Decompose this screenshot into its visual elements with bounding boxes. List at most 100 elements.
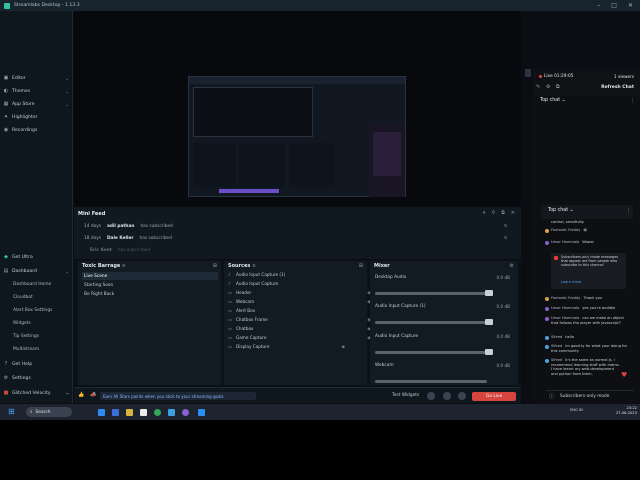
popout-icon[interactable]: ⧉ [556, 84, 560, 90]
mini-feed-title: Mini Feed [78, 211, 106, 217]
record-button[interactable] [427, 392, 435, 400]
mixer-channel-name: Webcam [375, 363, 394, 368]
store-icon[interactable] [140, 409, 147, 416]
avatar [545, 307, 549, 311]
volume-slider[interactable] [375, 292, 487, 295]
chrome-icon[interactable] [154, 409, 161, 416]
sidebar-item-settings[interactable]: ⚙ Settings [3, 373, 69, 383]
sidebar-item-appstore[interactable]: ▦ App Store ⌄ [3, 99, 69, 109]
settings-icon[interactable]: ⚙ [252, 263, 256, 268]
settings-icon[interactable]: ⚙ [122, 263, 126, 268]
promo-banner[interactable]: Earn All Stars points when you stick to … [100, 392, 256, 400]
volume-slider[interactable] [375, 380, 487, 383]
sidebar-item-editor[interactable]: ▣ Editor ⌄ [3, 73, 69, 83]
sidebar-sub-widgets[interactable]: Widgets [13, 321, 31, 326]
sidebar-sub-tip-settings[interactable]: Tip Settings [13, 334, 39, 339]
source-item[interactable]: ▭Header◉ [228, 290, 371, 295]
heart-icon[interactable]: ♥ [621, 371, 627, 379]
mixer-channel-db: 0.0 dB [496, 363, 510, 368]
vscode-icon[interactable] [198, 409, 205, 416]
system-tray[interactable]: ENG IN [570, 408, 583, 412]
add-scene-icon[interactable]: ⊞ [213, 263, 217, 269]
preview-collapse-handle[interactable] [525, 69, 531, 77]
source-item[interactable]: ▭ Display Capture ◉ [228, 344, 371, 349]
image-icon: ▭ [228, 290, 232, 295]
sidebar-item-get-ultra[interactable]: ◆ Get Ultra [3, 252, 69, 262]
repeat-icon[interactable]: ↻ [504, 224, 508, 229]
highlighter-icon: ✦ [3, 114, 9, 120]
sidebar-item-account[interactable]: ■ Glitched Velocity ↪ [3, 388, 69, 398]
source-item[interactable]: ▭Chatbox◉ [228, 326, 371, 331]
chat-message: Umar Hammala can we make an object that f… [551, 316, 624, 325]
appstore-icon: ▦ [3, 101, 9, 107]
app-icon[interactable] [112, 409, 119, 416]
filter-icon[interactable]: ⚲ [492, 210, 496, 216]
refresh-chat-button[interactable]: Refresh Chat [601, 85, 634, 90]
volume-slider-handle[interactable] [485, 349, 493, 355]
edit-icon[interactable]: ✎ [536, 84, 540, 90]
editor-icon: ▣ [3, 75, 9, 81]
mixer-channel-name: Desktop Audio [375, 275, 407, 280]
gear-icon[interactable]: ⚙ [546, 84, 550, 90]
windows-start-icon[interactable]: ⊞ [8, 408, 15, 416]
top-chat-dropdown[interactable]: Top chat ⌄ [540, 98, 566, 103]
sidebar-sub-alert-box-settings[interactable]: Alert Box Settings [13, 308, 52, 313]
repeat-icon[interactable]: ↻ [504, 236, 508, 241]
volume-slider-handle[interactable] [485, 319, 493, 325]
sidebar-item-highlighter[interactable]: ✦ Highlighter [3, 112, 69, 122]
logout-icon[interactable]: ↪ [66, 391, 69, 396]
scene-item[interactable]: Be Right Back [82, 290, 218, 298]
pause-icon[interactable]: ⏸ [483, 210, 486, 216]
popout-icon[interactable]: ⧉ [501, 210, 505, 216]
chat-subheader: Top chat ⌄ ⋮ [541, 205, 633, 219]
sidebar-item-dashboard[interactable]: ▤ Dashboard ⌄ [3, 266, 69, 276]
source-item[interactable]: ▭Game Capture◉ [228, 335, 371, 340]
source-item[interactable]: ♪ Audio Input Capture [228, 281, 371, 286]
taskbar-search[interactable]: ⌕ Search [26, 407, 72, 417]
visibility-icon[interactable]: ◉ [341, 344, 345, 349]
app-icon[interactable] [168, 409, 175, 416]
sidebar-sub-multistream[interactable]: Multistream [13, 347, 39, 352]
close-button[interactable]: ✕ [628, 2, 633, 9]
sidebar-sub-dashboard-home[interactable]: Dashboard Home [13, 282, 51, 287]
volume-slider[interactable] [375, 351, 487, 354]
avatar [545, 241, 549, 245]
maximize-button[interactable]: □ [611, 2, 617, 9]
live-indicator-icon [539, 75, 542, 78]
sidebar-item-get-help[interactable]: ? Get Help [3, 359, 69, 369]
chat-message: control, sensitivity [551, 220, 585, 224]
sidebar-item-recordings[interactable]: ◉ Recordings [3, 125, 69, 135]
volume-slider[interactable] [375, 321, 487, 324]
sidebar-sub-cloudbot[interactable]: Cloudbot [13, 295, 33, 300]
test-widgets-button[interactable]: Test Widgets [392, 393, 419, 398]
scene-switch-button[interactable] [458, 392, 466, 400]
go-live-button[interactable]: Go Live [472, 392, 516, 401]
taskbar-clock[interactable]: 23:22 27-06-2023 [616, 406, 637, 416]
replay-button[interactable] [443, 392, 451, 400]
scene-item[interactable]: Live Scene [82, 272, 218, 280]
file-explorer-icon[interactable] [126, 409, 133, 416]
source-item[interactable]: ▭Webcam◉ [228, 299, 371, 304]
sidebar-item-themes[interactable]: ◐ Themes ⌄ [3, 86, 69, 96]
scene-item[interactable]: Starting Soon [82, 281, 218, 289]
learn-more-link[interactable]: Learn more [561, 280, 582, 284]
add-source-icon[interactable]: ⊞ [359, 263, 363, 269]
source-item[interactable]: ▭ Alert Box [228, 308, 371, 313]
source-item[interactable]: ▭Chatbox Frame◉ [228, 317, 371, 322]
more-icon[interactable]: ⋮ [630, 98, 635, 104]
volume-slider-handle[interactable] [485, 290, 493, 296]
chat-message: Fantastic Freddy Thank you [551, 296, 603, 300]
mixer-settings-icon[interactable]: ⚙ [510, 263, 514, 269]
taskview-icon[interactable] [98, 409, 105, 416]
minimize-button[interactable]: – [597, 2, 600, 9]
more-icon[interactable]: ⋮ [626, 208, 631, 214]
chat-input-placeholder[interactable]: Subscribers-only mode [560, 394, 609, 399]
top-chat-dropdown-2[interactable]: Top chat ⌄ [548, 208, 574, 213]
source-item[interactable]: ♪ Audio Input Capture (1) [228, 272, 371, 277]
close-icon[interactable]: ✕ [511, 210, 515, 216]
chat-message: Sifeed im good ty for what your doing for… [551, 344, 628, 353]
feed-row: 18 days Dale Keller has subscribed ↻ [84, 236, 508, 241]
mixer-channel-name: Audio Input Capture [375, 334, 419, 339]
app-icon[interactable] [182, 409, 189, 416]
thumbs-up-icon[interactable]: 👍 [78, 392, 84, 398]
